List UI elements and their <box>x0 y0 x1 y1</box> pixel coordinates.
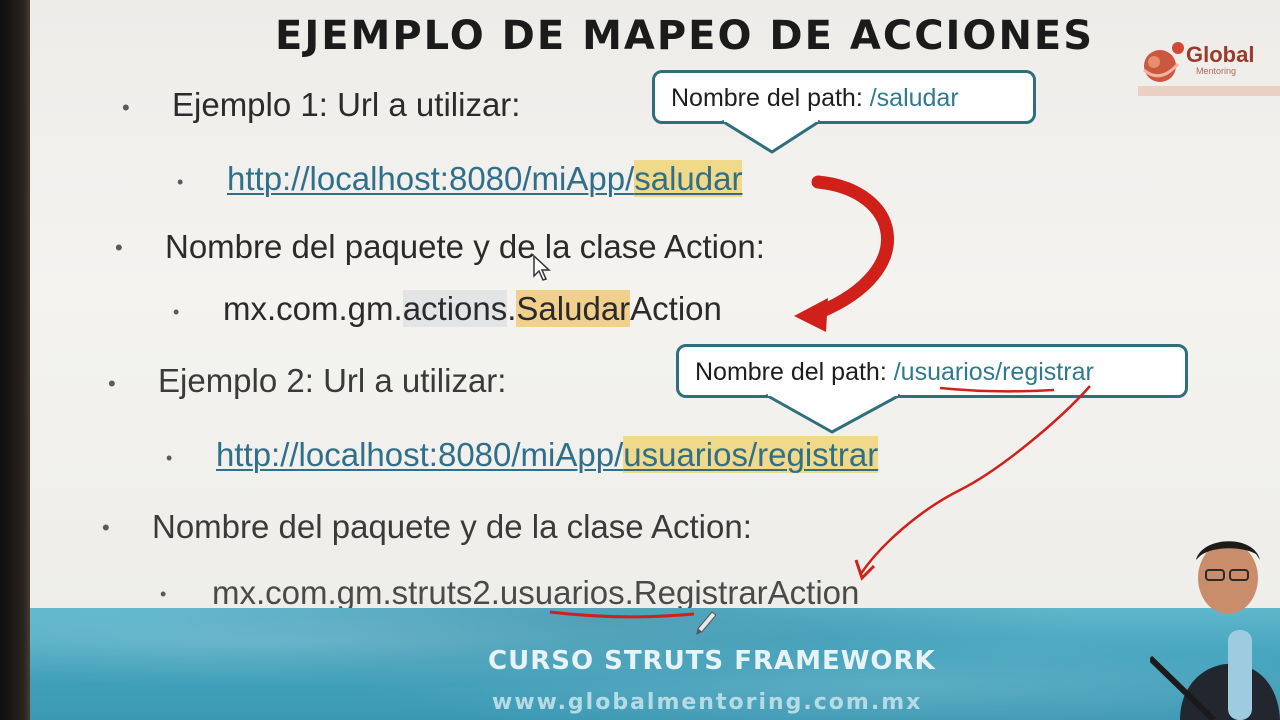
package-prefix: mx.com.gm.struts2. <box>212 574 500 611</box>
logo-globe-icon <box>1143 42 1184 82</box>
package-dot: . <box>624 574 634 611</box>
callout-label: Nombre del path: <box>671 84 870 112</box>
logo-tagline: Mentoring <box>1196 66 1237 76</box>
callout-path-value: /saludar <box>869 84 959 112</box>
logo-band <box>1138 86 1280 96</box>
sub-bullet-marker: • <box>160 584 167 604</box>
example2-package-name: mx.com.gm.struts2.usuarios.RegistrarActi… <box>212 574 859 612</box>
path-callout-2: Nombre del path: /usuarios/registrar <box>676 344 1188 398</box>
sub-bullet-marker: • <box>173 302 180 322</box>
url-base[interactable]: http://localhost:8080/miApp/ <box>227 160 634 197</box>
class-suffix: RegistrarAction <box>633 574 860 611</box>
global-mentoring-logo: Global Mentoring <box>1138 34 1280 104</box>
example2-url-link[interactable]: http://localhost:8080/miApp/usuarios/reg… <box>216 436 879 474</box>
example1-package-heading: Nombre del paquete y de la clase Action: <box>165 228 765 265</box>
example1-url-link[interactable]: http://localhost:8080/miApp/saludar <box>227 160 743 198</box>
bullet-marker: • <box>102 515 110 540</box>
package-prefix: mx.com.gm. <box>223 290 403 327</box>
example2-package-heading: Nombre del paquete y de la clase Action: <box>152 508 752 545</box>
monitor-bezel <box>0 0 34 720</box>
url-base[interactable]: http://localhost:8080/miApp/ <box>216 436 623 473</box>
bullet-marker: • <box>115 235 123 260</box>
presenter-webcam <box>1150 541 1280 720</box>
slide-title: EJEMPLO DE MAPEO DE ACCIONES <box>275 13 1095 59</box>
package-segment-highlight: actions <box>402 290 508 327</box>
footer-course-title: CURSO STRUTS FRAMEWORK <box>488 646 936 676</box>
url-path-highlight[interactable]: saludar <box>634 160 743 197</box>
footer-banner: CURSO STRUTS FRAMEWORK www.globalmentori… <box>30 608 1280 720</box>
example1-heading: Ejemplo 1: Url a utilizar: <box>172 86 521 123</box>
path-callout-1: Nombre del path: /saludar <box>652 70 1036 124</box>
example2-heading: Ejemplo 2: Url a utilizar: <box>158 362 507 399</box>
screen: EJEMPLO DE MAPEO DE ACCIONES Global Ment… <box>0 0 1280 720</box>
sub-bullet-marker: • <box>166 448 173 468</box>
url-path-highlight[interactable]: usuarios/registrar <box>623 436 879 473</box>
sub-bullet-marker: • <box>177 172 184 192</box>
microphone-icon <box>1228 630 1252 720</box>
class-suffix: Action <box>630 290 722 327</box>
class-name-highlight: Saludar <box>516 290 631 327</box>
callout-path-value: /usuarios/registrar <box>893 358 1094 386</box>
callout-label: Nombre del path: <box>695 358 894 386</box>
example1-package-name: mx.com.gm.actions.SaludarAction <box>223 290 722 328</box>
logo-name: Global <box>1186 42 1255 67</box>
package-segment: usuarios <box>499 574 625 611</box>
footer-url: www.globalmentoring.com.mx <box>492 690 923 715</box>
bullet-marker: • <box>108 371 116 396</box>
bullet-marker: • <box>122 95 130 120</box>
